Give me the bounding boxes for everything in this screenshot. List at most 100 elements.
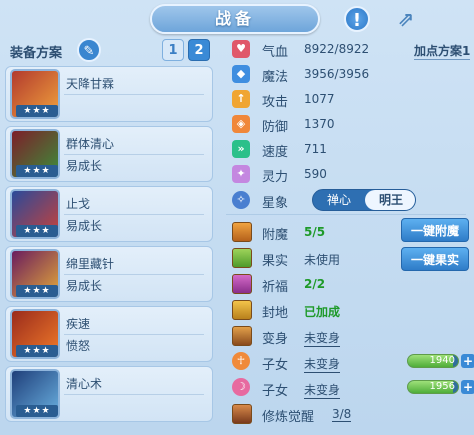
- divider: [226, 214, 466, 215]
- stat-row-defense: ◈ 防御 1370: [232, 115, 472, 135]
- skill-name: 群体清心: [66, 137, 115, 151]
- star-image-toggle[interactable]: 禅心 明王: [312, 189, 416, 211]
- divider: [64, 94, 204, 95]
- skill-name: 天降甘霖: [66, 77, 115, 91]
- attr-value[interactable]: 未变身: [304, 381, 341, 399]
- skill-name: 绵里藏针: [66, 257, 115, 271]
- stat-value: 1370: [304, 117, 335, 131]
- stat-label: 防御: [262, 120, 289, 135]
- progress-value: 1956: [429, 381, 455, 392]
- skill-name: 止戈: [66, 197, 91, 211]
- skill-portrait-icon: ★★★: [10, 189, 60, 239]
- plus-icon[interactable]: +: [461, 380, 474, 394]
- blessing-icon: [232, 274, 252, 294]
- option-mingwang[interactable]: 明王: [365, 190, 415, 210]
- star-rating: ★★★: [16, 345, 58, 357]
- skill-card[interactable]: ★★★ 群体清心 易成长: [5, 126, 213, 182]
- child-icon: ☽: [232, 378, 250, 396]
- skill-card[interactable]: ★★★ 止戈 易成长: [5, 186, 213, 242]
- skill-sub: 愤怒: [66, 339, 91, 353]
- scheme-1-button[interactable]: 1: [162, 39, 184, 61]
- divider: [64, 394, 204, 395]
- attr-label: 子女: [262, 358, 289, 373]
- window-frame: 战备 ! ⇗ 装备方案 ✎ 1 2 ★★★ 天降甘霖 ★★★ 群体清心 易成长 …: [0, 0, 474, 435]
- attr-value[interactable]: 3/8: [332, 407, 352, 422]
- stat-value: 8922/8922: [304, 42, 370, 56]
- star-rating: ★★★: [16, 405, 58, 417]
- point-plan-button[interactable]: 加点方案1: [414, 42, 471, 60]
- attr-row-child-2: ☽ 子女 未变身 1956 +: [232, 378, 474, 399]
- fief-icon: [232, 300, 252, 320]
- option-chanxin[interactable]: 禅心: [313, 190, 365, 210]
- skill-portrait-icon: ★★★: [10, 249, 60, 299]
- child-progress-bar: 1940: [407, 354, 459, 368]
- divider: [64, 214, 204, 215]
- shield-icon: ◈: [232, 115, 250, 133]
- speed-icon: »: [232, 140, 250, 158]
- cultivation-icon: [232, 404, 252, 424]
- divider: [64, 154, 204, 155]
- pencil-icon[interactable]: ✎: [77, 38, 101, 62]
- fruit-icon: [232, 248, 252, 268]
- star-image-row: ✧ 星象 禅心 明王: [232, 189, 472, 211]
- stat-value: 711: [304, 142, 327, 156]
- title-bar: 战备: [150, 4, 320, 34]
- stat-label: 魔法: [262, 70, 289, 85]
- skill-sub: 易成长: [66, 219, 103, 233]
- attr-value[interactable]: 未变身: [304, 329, 341, 347]
- attr-row-transform: 变身 未变身: [232, 326, 472, 347]
- skill-portrait-icon: ★★★: [10, 369, 60, 419]
- one-click-enchant-button[interactable]: 一键附魔: [401, 218, 469, 242]
- attr-value: 未使用: [304, 253, 341, 267]
- attr-label: 修炼觉醒: [262, 410, 315, 425]
- stat-row-speed: » 速度 711: [232, 140, 472, 160]
- transform-icon: [232, 326, 252, 346]
- enchant-icon: [232, 222, 252, 242]
- attr-row-fief: 封地 已加成: [232, 300, 472, 321]
- attr-label: 附魔: [262, 228, 289, 243]
- child-progress-bar: 1956: [407, 380, 459, 394]
- diamond-icon: ◆: [232, 65, 250, 83]
- divider: [64, 334, 204, 335]
- attr-label: 封地: [262, 306, 289, 321]
- plus-icon[interactable]: +: [461, 354, 474, 368]
- scheme-2-button[interactable]: 2: [188, 39, 210, 61]
- skill-name: 疾速: [66, 317, 91, 331]
- attr-value: 2/2: [304, 277, 326, 291]
- attr-value: 5/5: [304, 225, 326, 239]
- stat-value: 1077: [304, 92, 335, 106]
- stat-value: 3956/3956: [304, 67, 370, 81]
- stat-label: 灵力: [262, 170, 289, 185]
- progress-value: 1940: [429, 355, 455, 366]
- star-rating: ★★★: [16, 285, 58, 297]
- stat-label: 星象: [262, 196, 289, 211]
- attr-value[interactable]: 未变身: [304, 355, 341, 373]
- skill-card[interactable]: ★★★ 天降甘霖: [5, 66, 213, 122]
- attr-label: 子女: [262, 384, 289, 399]
- one-click-fruit-button[interactable]: 一键果实: [401, 247, 469, 271]
- skill-portrait-icon: ★★★: [10, 309, 60, 359]
- skill-portrait-icon: ★★★: [10, 69, 60, 119]
- skill-card[interactable]: ★★★ 清心术: [5, 366, 213, 422]
- star-rating: ★★★: [16, 165, 58, 177]
- skill-portrait-icon: ★★★: [10, 129, 60, 179]
- stat-value: 590: [304, 167, 327, 181]
- child-icon: ☥: [232, 352, 250, 370]
- heart-icon: ♥: [232, 40, 250, 58]
- skill-card[interactable]: ★★★ 疾速 愤怒: [5, 306, 213, 362]
- attr-row-cultivation: 修炼觉醒 3/8: [232, 404, 472, 425]
- stat-label: 攻击: [262, 95, 289, 110]
- exclamation-icon[interactable]: !: [344, 6, 370, 32]
- star-image-icon: ✧: [232, 191, 250, 209]
- stat-label: 速度: [262, 145, 289, 160]
- attr-label: 果实: [262, 254, 289, 269]
- stat-row-hp: ♥ 气血 8922/8922 加点方案1: [232, 40, 472, 60]
- share-arrow-icon[interactable]: ⇗: [393, 6, 419, 32]
- attr-label: 变身: [262, 332, 289, 347]
- stat-label: 气血: [262, 45, 289, 60]
- skill-sub: 易成长: [66, 159, 103, 173]
- skill-sub: 易成长: [66, 279, 103, 293]
- attr-row-blessing: 祈福 2/2: [232, 274, 472, 295]
- page-title: 战备: [214, 9, 255, 28]
- skill-card[interactable]: ★★★ 绵里藏针 易成长: [5, 246, 213, 302]
